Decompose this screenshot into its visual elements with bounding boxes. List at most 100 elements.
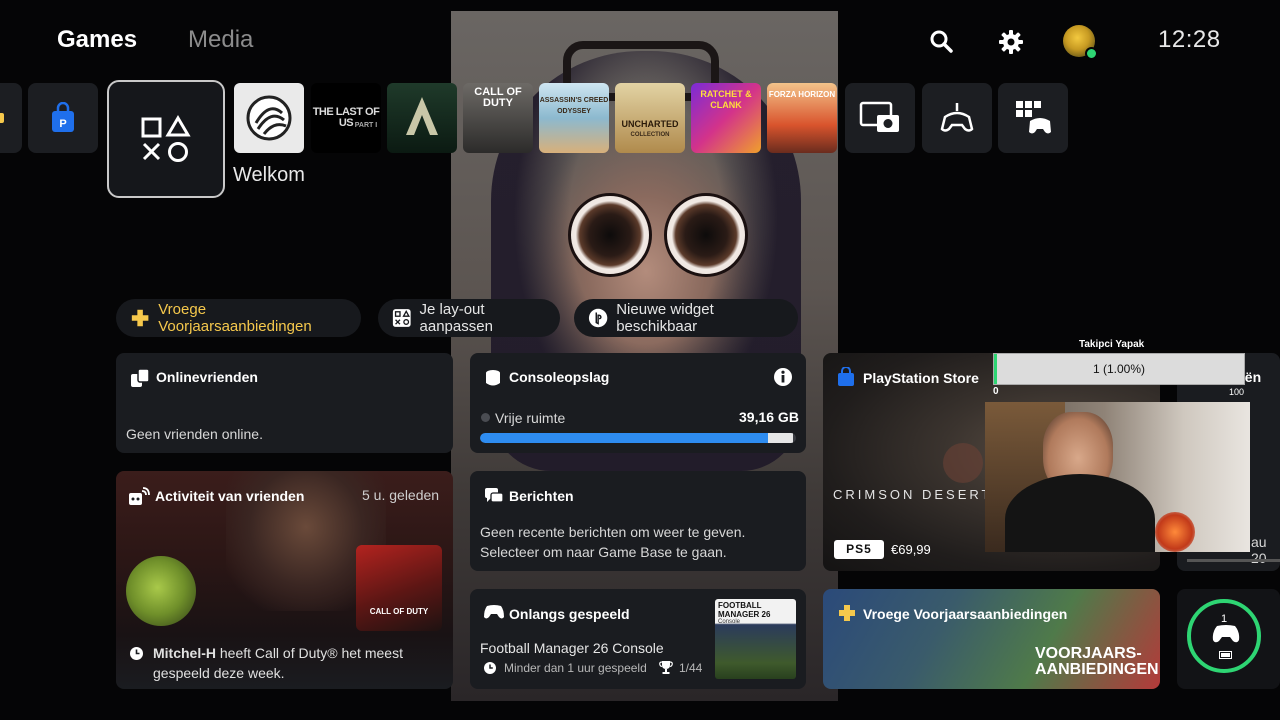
avatar[interactable] [1063,25,1098,60]
controller-icon [1212,625,1240,643]
card-title: Onlangs gespeeld [509,606,630,622]
webcam2-lamp [1155,512,1195,552]
tile-call-of-duty[interactable]: CALL OF DUTY [463,83,533,153]
ps5-badge: PS5 [834,540,884,559]
gear-icon[interactable] [997,28,1025,56]
card-console-storage[interactable]: Consoleopslag Vrije ruimte 39,16 GB [470,353,806,453]
cover-title: FOOTBALL MANAGER 26 [718,601,771,619]
offers-badge-line2: AANBIEDINGEN [1035,661,1159,678]
activity-text: Mitchel-H heeft Call of Duty® het meest … [153,643,443,683]
tile-remote-play[interactable] [922,83,992,153]
tile-title-text: FORZA HORIZON [768,90,836,99]
shopping-bag-icon: P [52,102,74,132]
online-status-dot [1085,47,1098,60]
ps-plus-icon [131,309,149,327]
gamepad-icon [484,605,504,619]
chip-new-widget[interactable]: Nieuwe widget beschikbaar [574,299,798,337]
card-friend-activity[interactable]: Activiteit van vrienden 5 u. geleden CAL… [116,471,453,689]
tile-title-text: UNCHARTED [621,119,679,129]
controller-wave-icon [940,103,974,132]
tile-game-library-selected[interactable] [107,80,225,198]
card-title: Berichten [509,488,574,504]
free-space-dot [481,413,490,422]
recent-game-title: Football Manager 26 Console [480,640,664,656]
card-online-friends[interactable]: Onlinevrienden Geen vrienden online. [116,353,453,453]
free-space-value: 39,16 GB [739,409,799,425]
game-base-icon [1016,101,1051,134]
webcam2-body [1005,474,1155,552]
card-title: PlayStation Store [863,370,979,386]
friend-avatar[interactable] [126,556,196,626]
activity-user[interactable]: Mitchel-H [153,645,216,661]
card-controller[interactable]: 1 [1177,589,1280,689]
chip-customize-layout[interactable]: Je lay-out aanpassen [378,299,560,337]
tile-welcome[interactable] [234,83,304,153]
clock-icon [130,647,143,660]
card-messages[interactable]: Berichten Geen recente berichten om weer… [470,471,806,571]
friends-empty-text: Geen vrienden online. [126,426,263,442]
overlay-goal-bar: 1 (1.00%) [993,353,1245,385]
partial-card-bar [1187,559,1280,562]
clock: 12:28 [1158,26,1221,53]
chip-layout-label: Je lay-out aanpassen [419,301,493,335]
activity-icon [129,487,150,505]
tile-partial-left[interactable] [0,83,22,153]
card-title: Vroege Voorjaarsaanbiedingen [863,606,1068,622]
tile-game-base[interactable] [998,83,1068,153]
trophy-icon [659,661,673,674]
card-recently-played[interactable]: Onlangs gespeeld Football Manager 26 Con… [470,589,806,689]
tile-title-text: ASSASSIN'S CREED ODYSSEY [539,97,609,115]
tile-subtitle-text: PART I [354,122,378,129]
tile-assassins-creed-black-flag[interactable] [387,83,457,153]
tile-ratchet-and-clank[interactable]: RATCHET & CLANK [691,83,761,153]
cover-subtitle: Console [718,619,741,625]
chip-offers[interactable]: Vroege Voorjaarsaanbiedingen [116,299,361,337]
football-manager-cover: FOOTBALL MANAGER 26 Console [715,599,796,679]
welcome-hub-icon [246,95,292,141]
chip-offers-label: Vroege Voorjaarsaanbiedingen [158,301,312,335]
offers-badge-line1: VOORJAARS- [1035,645,1142,662]
layout-shapes-icon [392,309,411,327]
tab-games[interactable]: Games [57,26,137,54]
tile-media-gallery[interactable] [845,83,915,153]
info-icon[interactable] [773,367,793,387]
playtime-text: Minder dan 1 uur gespeeld [504,661,647,675]
search-icon[interactable] [928,28,956,56]
card-title: Onlinevrienden [156,369,258,385]
tab-media[interactable]: Media [188,26,253,54]
ps-plus-icon [839,605,855,621]
overlay-goal-value: 1 (1.00%) [1092,362,1146,376]
tile-title-text: RATCHET & CLANK [700,89,752,110]
chip-widget-label: Nieuwe widget beschikbaar [616,301,714,335]
overlay-goal-title: Takipci Yapak [1079,339,1145,350]
tile-playstation-store[interactable]: P [28,83,98,153]
tile-title-text: CALL OF DUTY [474,86,522,109]
media-gallery-icon [859,101,899,132]
storage-icon [486,370,500,386]
tile-uncharted[interactable]: UNCHARTED COLLECTION [615,83,685,153]
tile-assassins-creed-odyssey[interactable]: ASSASSIN'S CREED ODYSSEY [539,83,609,153]
clock-icon [484,662,496,674]
card-title: Activiteit van vrienden [155,488,305,504]
streamer-webcam-2 [985,402,1250,552]
call-of-duty-cover[interactable]: CALL OF DUTY [356,545,442,631]
welcome-label: Welkom [233,164,305,186]
storage-bar [480,433,796,443]
messages-icon [485,488,504,503]
messages-line2: Selecteer om naar Game Base te gaan. [480,544,727,560]
store-game-title: CRIMSON DESERT [833,487,993,502]
tile-the-last-of-us[interactable]: THE LAST OF US PART I [311,83,381,153]
storage-bar-used [480,433,768,443]
svg-text:P: P [59,118,66,130]
store-price: €69,99 [891,542,931,557]
card-title: Consoleopslag [509,369,610,385]
friends-icon [131,368,150,387]
messages-line1: Geen recente berichten om weer te geven. [480,524,746,540]
tile-forza-horizon[interactable]: FORZA HORIZON [767,83,837,153]
trophy-count: 1/44 [679,661,703,675]
battery-icon [1219,651,1232,659]
card-spring-offers[interactable]: Vroege Voorjaarsaanbiedingen VOORJAARS- … [823,589,1160,689]
tile-subtitle-text: COLLECTION [630,132,670,138]
playstation-shapes-icon [141,115,191,162]
assassins-creed-emblem-icon [406,97,438,135]
